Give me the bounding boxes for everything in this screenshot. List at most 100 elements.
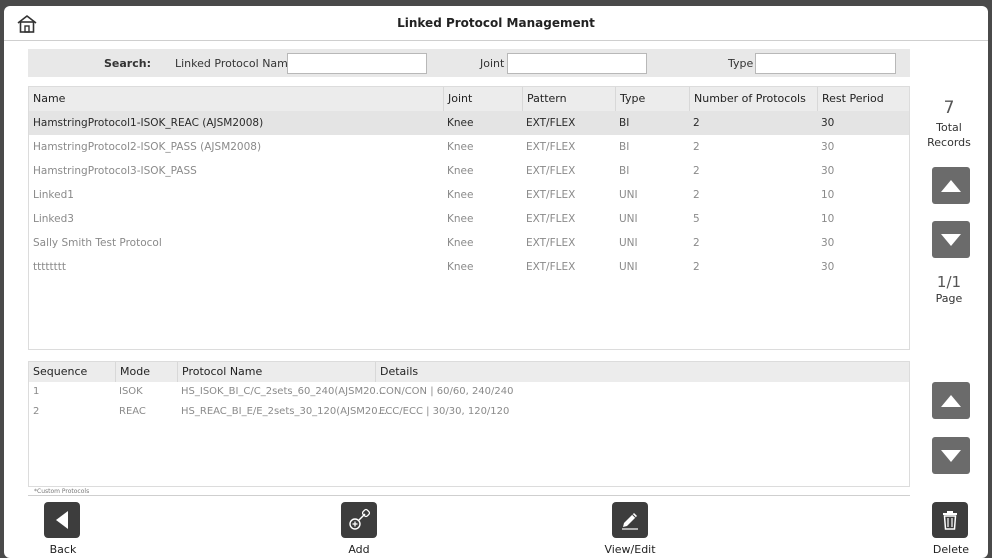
trash-icon bbox=[943, 511, 957, 530]
table-row[interactable]: tttttttt Knee EXT/FLEX UNI 2 30 bbox=[29, 255, 909, 279]
cell-number-of-protocols: 2 bbox=[693, 117, 700, 129]
column-header-pattern[interactable]: Pattern bbox=[522, 87, 615, 111]
cell-pattern: EXT/FLEX bbox=[526, 189, 576, 201]
cell-protocol-name: HS_REAC_BI_E/E_2sets_30_120(AJSM20... bbox=[181, 406, 388, 417]
arrow-up-icon bbox=[941, 179, 961, 192]
cell-pattern: EXT/FLEX bbox=[526, 165, 576, 177]
type-label: Type bbox=[728, 57, 754, 70]
cell-pattern: EXT/FLEX bbox=[526, 117, 576, 129]
cell-number-of-protocols: 2 bbox=[693, 165, 700, 177]
cell-rest-period: 10 bbox=[821, 189, 835, 201]
sequence-up-button[interactable] bbox=[932, 382, 970, 419]
cell-pattern: EXT/FLEX bbox=[526, 237, 576, 249]
cell-joint: Knee bbox=[447, 117, 474, 129]
sequence-down-button[interactable] bbox=[932, 437, 970, 474]
column-header-protocol-name: Protocol Name bbox=[177, 362, 375, 382]
table-row[interactable]: HamstringProtocol2-ISOK_PASS (AJSM2008) K… bbox=[29, 135, 909, 159]
page-label: Page bbox=[935, 292, 963, 305]
cell-type: BI bbox=[619, 141, 630, 153]
type-input[interactable] bbox=[755, 53, 896, 74]
page-number: 1/1 bbox=[936, 273, 962, 291]
cell-type: BI bbox=[619, 117, 630, 129]
table-row[interactable]: HamstringProtocol3-ISOK_PASS Knee EXT/FLEX… bbox=[29, 159, 909, 183]
cell-joint: Knee bbox=[447, 261, 474, 273]
cell-joint: Knee bbox=[447, 237, 474, 249]
cell-type: BI bbox=[619, 165, 630, 177]
table-row[interactable]: HamstringProtocol1-ISOK_REAC (AJSM2008) K… bbox=[29, 111, 909, 135]
column-header-rest-period[interactable]: Rest Period bbox=[817, 87, 909, 111]
linked-protocol-name-input[interactable] bbox=[287, 53, 427, 74]
column-header-sequence: Sequence bbox=[33, 365, 88, 378]
page-down-button[interactable] bbox=[932, 221, 970, 258]
cell-name: Linked1 bbox=[33, 189, 74, 201]
cell-number-of-protocols: 2 bbox=[693, 141, 700, 153]
view-edit-button[interactable] bbox=[612, 502, 648, 538]
app-window: Linked Protocol Management Search: Linke… bbox=[4, 6, 988, 558]
table-row[interactable]: 1 ISOK HS_ISOK_BI_C/C_2sets_60_240(AJSM20.… bbox=[29, 382, 909, 402]
arrow-up-icon bbox=[941, 394, 961, 407]
linked-protocol-name-label: Linked Protocol Name bbox=[175, 57, 295, 70]
delete-button[interactable] bbox=[932, 502, 968, 538]
cell-name: HamstringProtocol1-ISOK_REAC (AJSM2008) bbox=[33, 117, 264, 129]
table-header: Name Joint Pattern Type Number of Protoc… bbox=[29, 87, 909, 111]
table-row[interactable]: Linked3 Knee EXT/FLEX UNI 5 10 bbox=[29, 207, 909, 231]
column-header-number-of-protocols[interactable]: Number of Protocols bbox=[689, 87, 817, 111]
back-button[interactable] bbox=[44, 502, 80, 538]
cell-sequence: 1 bbox=[33, 386, 40, 397]
page-up-button[interactable] bbox=[932, 167, 970, 204]
view-edit-label: View/Edit bbox=[604, 543, 656, 556]
records-label: Records bbox=[927, 136, 971, 149]
search-bar: Search: Linked Protocol Name Joint Type bbox=[28, 49, 910, 77]
cell-number-of-protocols: 2 bbox=[693, 189, 700, 201]
column-header-joint[interactable]: Joint bbox=[443, 87, 522, 111]
divider bbox=[28, 495, 910, 496]
cell-pattern: EXT/FLEX bbox=[526, 141, 576, 153]
joint-input[interactable] bbox=[507, 53, 647, 74]
cell-number-of-protocols: 2 bbox=[693, 237, 700, 249]
add-button[interactable] bbox=[341, 502, 377, 538]
cell-mode: REAC bbox=[119, 406, 146, 417]
column-header-type[interactable]: Type bbox=[615, 87, 689, 111]
cell-protocol-name: HS_ISOK_BI_C/C_2sets_60_240(AJSM20... bbox=[181, 386, 386, 397]
cell-type: UNI bbox=[619, 237, 638, 249]
cell-rest-period: 30 bbox=[821, 117, 835, 129]
cell-number-of-protocols: 5 bbox=[693, 213, 700, 225]
total-label: Total bbox=[936, 121, 962, 134]
table-row[interactable]: 2 REAC HS_REAC_BI_E/E_2sets_30_120(AJSM20.… bbox=[29, 402, 909, 422]
cell-number-of-protocols: 2 bbox=[693, 261, 700, 273]
add-label: Add bbox=[348, 543, 370, 556]
cell-rest-period: 30 bbox=[821, 261, 835, 273]
linked-protocols-table: Name Joint Pattern Type Number of Protoc… bbox=[28, 86, 910, 350]
cell-rest-period: 30 bbox=[821, 165, 835, 177]
back-arrow-icon bbox=[56, 511, 68, 529]
cell-type: UNI bbox=[619, 261, 638, 273]
table-header: Sequence Mode Protocol Name Details bbox=[29, 362, 909, 382]
joint-label: Joint bbox=[480, 57, 505, 70]
custom-protocols-footnote: *Custom Protocols bbox=[34, 488, 90, 495]
protocol-sequence-table: Sequence Mode Protocol Name Details 1 ISO… bbox=[28, 361, 910, 487]
arrow-down-icon bbox=[941, 449, 961, 462]
column-header-details: Details bbox=[375, 362, 909, 382]
cell-rest-period: 10 bbox=[821, 213, 835, 225]
column-header-name[interactable]: Name bbox=[29, 87, 443, 111]
back-label: Back bbox=[49, 543, 77, 556]
cell-name: Linked3 bbox=[33, 213, 74, 225]
table-row[interactable]: Sally Smith Test Protocol Knee EXT/FLEX UNI… bbox=[29, 231, 909, 255]
cell-name: Sally Smith Test Protocol bbox=[33, 237, 162, 249]
cell-rest-period: 30 bbox=[821, 237, 835, 249]
cell-sequence: 2 bbox=[33, 406, 40, 417]
cell-name: HamstringProtocol3-ISOK_PASS bbox=[33, 165, 197, 177]
cell-joint: Knee bbox=[447, 165, 474, 177]
cell-name: tttttttt bbox=[33, 261, 66, 273]
table-row[interactable]: Linked1 Knee EXT/FLEX UNI 2 10 bbox=[29, 183, 909, 207]
cell-name: HamstringProtocol2-ISOK_PASS (AJSM2008) bbox=[33, 141, 262, 153]
arrow-down-icon bbox=[941, 233, 961, 246]
cell-joint: Knee bbox=[447, 213, 474, 225]
delete-label: Delete bbox=[932, 543, 970, 556]
total-records-count: 7 bbox=[943, 98, 955, 118]
pencil-icon bbox=[622, 513, 638, 530]
total-records-label: Total Records bbox=[910, 120, 988, 150]
column-header-mode: Mode bbox=[115, 362, 177, 382]
cell-mode: ISOK bbox=[119, 386, 143, 397]
cell-rest-period: 30 bbox=[821, 141, 835, 153]
